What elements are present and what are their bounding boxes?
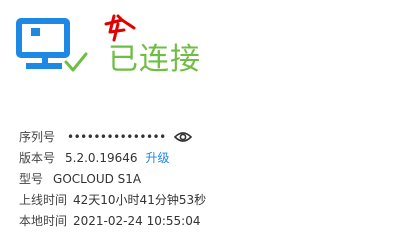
local-time-value: 2021-02-24 10:55:04 [73, 213, 201, 228]
router-connected-icon [16, 18, 88, 72]
serial-row: 序列号 ••••••••••••••• [19, 126, 399, 147]
uptime-row: 上线时间 42天10小时41分钟53秒 [19, 189, 399, 210]
version-row: 版本号 5.2.0.19646 升级 [19, 147, 399, 168]
version-value: 5.2.0.19646 [65, 150, 138, 165]
model-row: 型号 GOCLOUD S1A [19, 168, 399, 189]
local-time-row: 本地时间 2021-02-24 10:55:04 [19, 210, 399, 231]
eye-icon[interactable] [173, 131, 192, 143]
uptime-label: 上线时间 [19, 193, 68, 207]
device-info-list: 序列号 ••••••••••••••• 版本号 5.2.0.19646 升级 型… [19, 126, 399, 231]
upgrade-link[interactable]: 升级 [146, 149, 170, 166]
version-label: 版本号 [19, 151, 56, 165]
model-label: 型号 [19, 172, 44, 186]
connection-status-text: 已连接 [108, 42, 201, 77]
model-value: GOCLOUD S1A [53, 171, 142, 186]
local-time-label: 本地时间 [19, 214, 68, 228]
connection-status-panel: 已连接 [0, 0, 403, 110]
serial-label: 序列号 [19, 130, 56, 144]
serial-value-masked: ••••••••••••••• [67, 129, 166, 144]
uptime-value: 42天10小时41分钟53秒 [73, 193, 207, 207]
